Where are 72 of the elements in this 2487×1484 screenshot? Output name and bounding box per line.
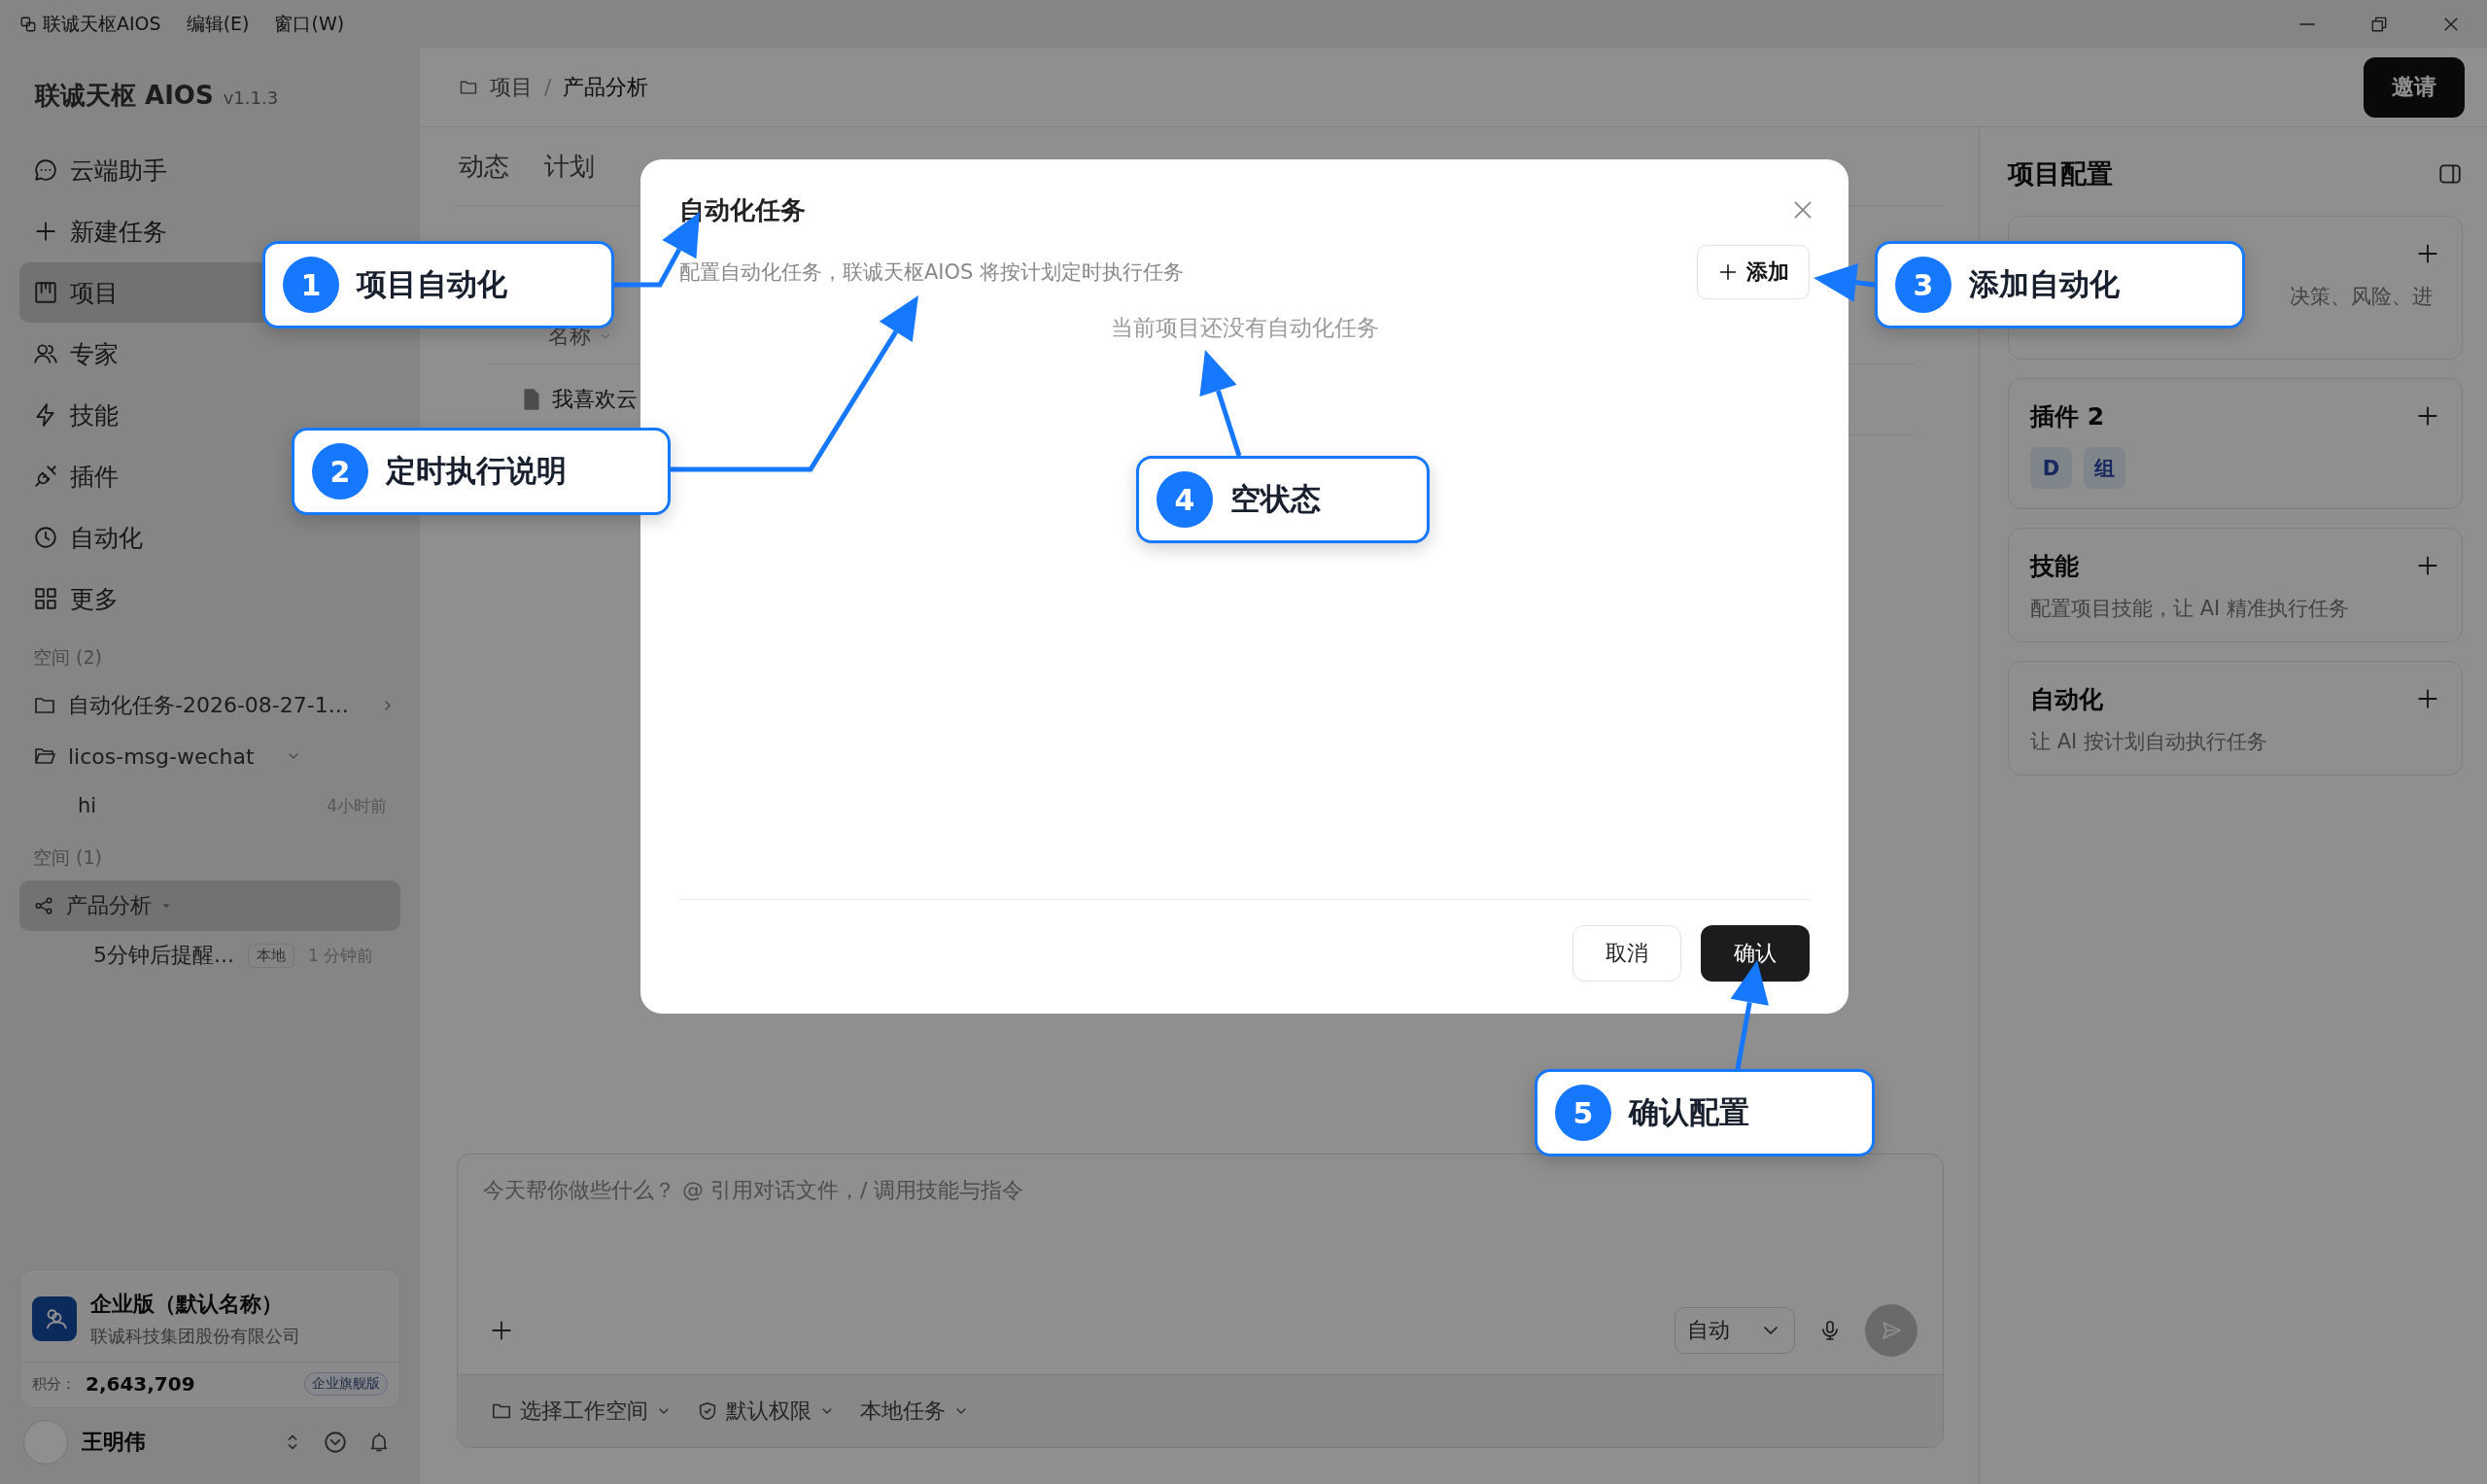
invite-button[interactable]: 邀请 xyxy=(2364,56,2465,118)
nav-item[interactable]: 更多 xyxy=(19,569,400,629)
user-name: 王明伟 xyxy=(82,1429,146,1456)
plugin-chip[interactable]: D xyxy=(2030,447,2072,489)
callout-label: 空状态 xyxy=(1230,480,1321,518)
plugin-chip[interactable]: 组 xyxy=(2084,447,2125,489)
confirm-button[interactable]: 确认 xyxy=(1701,925,1810,982)
breadcrumb-separator: / xyxy=(544,75,552,99)
card-title: 自动化 xyxy=(2030,683,2103,715)
card-description: 决策、风险、进 xyxy=(2290,284,2433,310)
section-heading: 空间 (2) xyxy=(32,645,103,670)
minimize-icon xyxy=(2298,22,2316,25)
card-title: 技能 xyxy=(2030,550,2079,582)
menu-item[interactable]: 联诚天枢AIOS xyxy=(19,11,161,37)
company-name: 联诚科技集团股份有限公司 xyxy=(90,1325,300,1348)
chevron-circle-icon xyxy=(323,1430,348,1455)
grid-icon xyxy=(33,586,58,611)
clock-icon xyxy=(33,525,58,550)
folder-item[interactable]: licos-msg-wechat xyxy=(19,731,400,781)
breadcrumb-link[interactable]: 产品分析 xyxy=(563,72,649,102)
message-field[interactable]: 今天帮你做些什么？ @ 引用对话文件，/ 调用技能与指令 自动 选择工作空间 默认权限 本地任务 xyxy=(457,1154,1944,1448)
breadcrumb-link[interactable]: 项目 xyxy=(490,72,533,102)
chat-bubble-icon xyxy=(33,157,58,183)
mode-dropdown[interactable]: 自动 xyxy=(1675,1307,1795,1354)
sidebar-toggle-icon xyxy=(2437,161,2463,187)
local-tag: 本地 xyxy=(248,943,294,968)
project-item[interactable]: 产品分析 xyxy=(19,880,400,931)
nav-item[interactable]: 技能 xyxy=(19,385,400,445)
points-label: 积分： xyxy=(32,1374,76,1394)
plug-icon xyxy=(33,464,58,489)
section-heading: 空间 (1) xyxy=(32,846,103,870)
app-name: 联诚天枢 AIOS xyxy=(35,80,214,112)
panel-title: 项目配置 xyxy=(2008,157,2113,190)
empty-state-text: 当前项目还没有自动化任务 xyxy=(1109,314,1380,342)
nav-item[interactable]: 自动化 xyxy=(19,507,400,568)
user-avatar xyxy=(23,1420,68,1465)
callout-label: 添加自动化 xyxy=(1969,265,2120,303)
card-description: 让 AI 按计划自动执行任务 xyxy=(2030,729,2268,755)
plus-icon xyxy=(1717,261,1739,283)
share-icon xyxy=(33,895,54,916)
nav-item[interactable]: 专家 xyxy=(19,324,400,384)
option-dropdown[interactable]: 默认权限 xyxy=(697,1393,835,1430)
cancel-button[interactable]: 取消 xyxy=(1572,925,1681,982)
callout-label: 定时执行说明 xyxy=(386,452,567,490)
callout-label: 确认配置 xyxy=(1629,1093,1749,1131)
dialog-description: 配置自动化任务，联诚天枢AIOS 将按计划定时执行任务 xyxy=(679,259,1185,286)
points-value: 2,643,709 xyxy=(86,1372,195,1396)
step-number: 3 xyxy=(1895,257,1952,313)
menu-item[interactable]: 编辑(E) xyxy=(186,11,250,37)
card-description: 配置项目技能，让 AI 精准执行任务 xyxy=(2030,596,2350,622)
people-icon xyxy=(33,341,58,366)
folder-item[interactable]: 自动化任务-2026-08-27-1... xyxy=(19,680,400,731)
option-dropdown[interactable]: 本地任务 xyxy=(860,1393,969,1430)
shield-icon xyxy=(697,1400,718,1422)
board-icon xyxy=(33,280,58,305)
card-title: 插件 2 xyxy=(2030,400,2105,432)
step-number: 4 xyxy=(1157,471,1213,528)
version-label: v1.1.3 xyxy=(223,87,279,108)
send-icon xyxy=(1880,1319,1903,1342)
app-logo-icon xyxy=(19,15,37,33)
nav-item[interactable]: 云端助手 xyxy=(19,140,400,200)
step-number: 2 xyxy=(312,443,368,500)
plan-badge: 企业旗舰版 xyxy=(304,1372,388,1396)
option-dropdown[interactable]: 选择工作空间 xyxy=(491,1393,672,1430)
file-name[interactable]: 我喜欢云 xyxy=(552,385,638,414)
add-button[interactable]: 添加 xyxy=(1697,245,1810,299)
step-number: 1 xyxy=(283,257,339,313)
tab[interactable]: 动态 xyxy=(459,149,509,184)
plan-name: 企业版（默认名称） xyxy=(90,1291,284,1318)
tab[interactable]: 计划 xyxy=(544,149,595,184)
menu-item[interactable]: 窗口(W) xyxy=(274,11,345,37)
step-number: 5 xyxy=(1555,1085,1611,1141)
